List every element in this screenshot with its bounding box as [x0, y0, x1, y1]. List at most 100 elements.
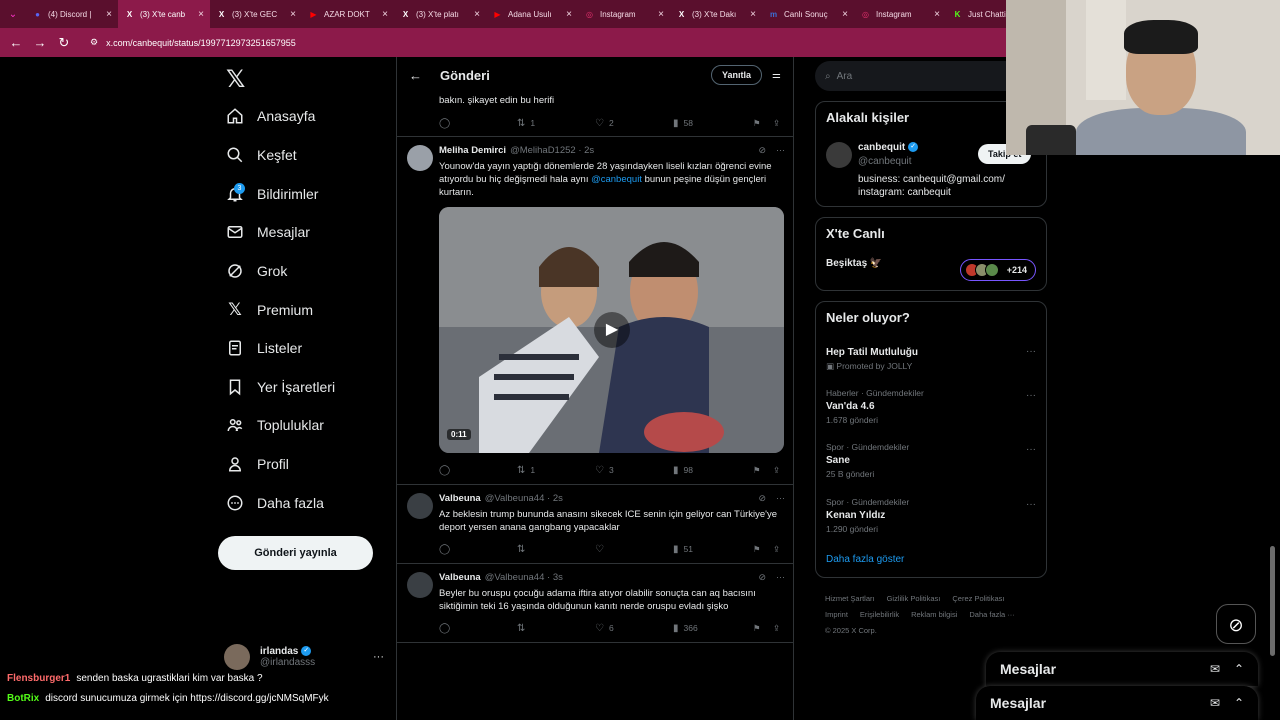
reply-action[interactable]: ◯: [439, 118, 517, 129]
close-icon[interactable]: ×: [842, 9, 848, 20]
nav-item-home[interactable]: Anasayfa: [224, 99, 315, 133]
nav-item-notifications[interactable]: 3 Bildirimler: [224, 177, 318, 211]
messages-drawer[interactable]: Mesajlar ✉ ⌃: [976, 686, 1258, 720]
footer-link[interactable]: Gizlilik Politikası: [887, 594, 941, 603]
tweet[interactable]: Meliha Demirci @MelihaD1252 · 2s ⊘ ··· Yo…: [397, 137, 793, 487]
avatar[interactable]: [407, 572, 433, 598]
person-name[interactable]: canbequit: [858, 142, 905, 153]
reply-button[interactable]: Yanıtla: [711, 65, 763, 85]
like-action[interactable]: ♡ 2: [595, 118, 673, 129]
trend-item[interactable]: Spor · Gündemdekiler Sane 25 B gönderi ·…: [826, 442, 1038, 479]
reply-action[interactable]: ◯: [439, 465, 517, 476]
like-action[interactable]: ♡ 6: [595, 623, 673, 634]
nav-item-premium[interactable]: 𝕏 Premium: [224, 293, 313, 327]
views-action[interactable]: ▮ 51: [673, 544, 753, 555]
share-icon[interactable]: ⇪: [773, 544, 780, 555]
browser-tab[interactable]: X (3) X'te canb ×: [118, 0, 210, 28]
repost-action[interactable]: ⇅ 1: [517, 465, 595, 476]
browser-tab[interactable]: X (3) X'te GEC ×: [210, 0, 302, 28]
post-button[interactable]: Gönderi yayınla: [218, 536, 373, 570]
browser-tab[interactable]: X (3) X'te Dakı ×: [670, 0, 762, 28]
share-icon[interactable]: ⇪: [773, 623, 780, 634]
play-icon[interactable]: ▶: [594, 312, 630, 348]
footer-link[interactable]: Reklam bilgisi: [911, 610, 957, 619]
views-action[interactable]: ▮ 98: [673, 465, 753, 476]
x-logo-icon[interactable]: 𝕏: [226, 65, 245, 94]
grok-icon[interactable]: ⊘: [758, 493, 766, 504]
live-team-name[interactable]: Beşiktaş: [826, 258, 867, 269]
close-icon[interactable]: ×: [934, 9, 940, 20]
new-message-icon[interactable]: ✉: [1210, 662, 1220, 676]
url-field[interactable]: ⚙ x.com/canbequit/status/199771297325165…: [90, 37, 296, 48]
nav-item-grok[interactable]: Grok: [224, 254, 287, 288]
more-dots-icon[interactable]: ···: [776, 493, 785, 504]
new-message-icon[interactable]: ✉: [1210, 696, 1220, 710]
tweet[interactable]: Valbeuna @Valbeuna44 · 3s ⊘ ··· Beyler bu…: [397, 564, 793, 644]
tweet-video[interactable]: ▶ 0:11: [439, 207, 784, 453]
trend-item[interactable]: Hep Tatil Mutluluğu ▣ Promoted by JOLLY …: [826, 344, 1038, 372]
nav-item-explore[interactable]: Keşfet: [224, 138, 297, 172]
grok-icon[interactable]: ⊘: [758, 572, 766, 583]
browser-tab[interactable]: ◎ Instagram ×: [854, 0, 946, 28]
bookmark-icon[interactable]: ⚑: [753, 623, 773, 634]
more-dots-icon[interactable]: ···: [1026, 390, 1036, 401]
footer-link[interactable]: Erişilebilirlik: [860, 610, 899, 619]
trend-item[interactable]: Haberler · Gündemdekiler Van'da 4.6 1.67…: [826, 388, 1038, 425]
more-dots-icon[interactable]: ···: [1026, 346, 1036, 357]
like-action[interactable]: ♡ 3: [595, 465, 673, 476]
bookmark-icon[interactable]: ⚑: [753, 465, 773, 476]
more-dots-icon[interactable]: ···: [1026, 444, 1036, 455]
close-icon[interactable]: ×: [566, 9, 572, 20]
more-dots-icon[interactable]: ···: [776, 572, 785, 583]
bookmark-icon[interactable]: ⚑: [753, 118, 773, 129]
grok-icon[interactable]: ⊘: [758, 145, 766, 156]
views-action[interactable]: ▮ 366: [673, 623, 753, 634]
browser-tab[interactable]: ▶ AZAR DOKT ×: [302, 0, 394, 28]
avatar[interactable]: [407, 493, 433, 519]
live-spaces-pill[interactable]: +214: [960, 259, 1036, 281]
site-info-icon[interactable]: ⚙: [90, 37, 98, 48]
like-action[interactable]: ♡: [595, 544, 673, 555]
footer-link[interactable]: Daha fazla ···: [969, 610, 1014, 619]
reply-action[interactable]: ◯: [439, 544, 517, 555]
close-icon[interactable]: ×: [382, 9, 388, 20]
tab-list-dropdown-icon[interactable]: ⌄: [0, 9, 26, 20]
footer-link[interactable]: Çerez Politikası: [952, 594, 1004, 603]
close-icon[interactable]: ×: [750, 9, 756, 20]
browser-tab[interactable]: X (3) X'te platı ×: [394, 0, 486, 28]
back-arrow-icon[interactable]: ←: [409, 68, 422, 83]
browser-tab[interactable]: ◎ Instagram ×: [578, 0, 670, 28]
close-icon[interactable]: ×: [106, 9, 112, 20]
nav-item-communities[interactable]: Topluluklar: [224, 408, 324, 442]
repost-action[interactable]: ⇅: [517, 623, 595, 634]
close-icon[interactable]: ×: [658, 9, 664, 20]
nav-item-bookmarks[interactable]: Yer İşaretleri: [224, 370, 335, 404]
tweet-author-name[interactable]: Meliha Demirci: [439, 145, 506, 156]
messages-drawer[interactable]: Mesajlar ✉ ⌃: [986, 652, 1258, 686]
page-scrollbar[interactable]: [1270, 546, 1275, 656]
tweet[interactable]: Valbeuna @Valbeuna44 · 2s ⊘ ··· Az bekles…: [397, 485, 793, 565]
bookmark-icon[interactable]: ⚑: [753, 544, 773, 555]
repost-action[interactable]: ⇅: [517, 544, 595, 555]
mention-link[interactable]: @canbequit: [591, 174, 642, 185]
browser-tab[interactable]: m Canlı Sonuç ×: [762, 0, 854, 28]
repost-action[interactable]: ⇅ 1: [517, 118, 595, 129]
tweet-author-name[interactable]: Valbeuna: [439, 493, 481, 504]
nav-item-messages[interactable]: Mesajlar: [224, 215, 310, 249]
nav-item-profile[interactable]: Profil: [224, 447, 289, 481]
grok-float-button[interactable]: ⊘: [1216, 604, 1256, 644]
share-icon[interactable]: ⇪: [773, 465, 780, 476]
share-icon[interactable]: ⇪: [773, 118, 780, 129]
expand-icon[interactable]: ⌃: [1234, 696, 1244, 710]
browser-tab[interactable]: ● (4) Discord | ×: [26, 0, 118, 28]
footer-link[interactable]: Imprint: [825, 610, 848, 619]
avatar[interactable]: [407, 145, 433, 171]
browser-tab[interactable]: ▶ Adana Usulı ×: [486, 0, 578, 28]
back-arrow-icon[interactable]: ←: [4, 35, 28, 50]
close-icon[interactable]: ×: [198, 9, 204, 20]
footer-link[interactable]: Hizmet Şartları: [825, 594, 875, 603]
more-dots-icon[interactable]: ···: [1026, 499, 1036, 510]
nav-item-more[interactable]: Daha fazla: [224, 486, 324, 520]
avatar[interactable]: [826, 142, 852, 168]
filter-icon[interactable]: ⚌: [772, 70, 781, 81]
